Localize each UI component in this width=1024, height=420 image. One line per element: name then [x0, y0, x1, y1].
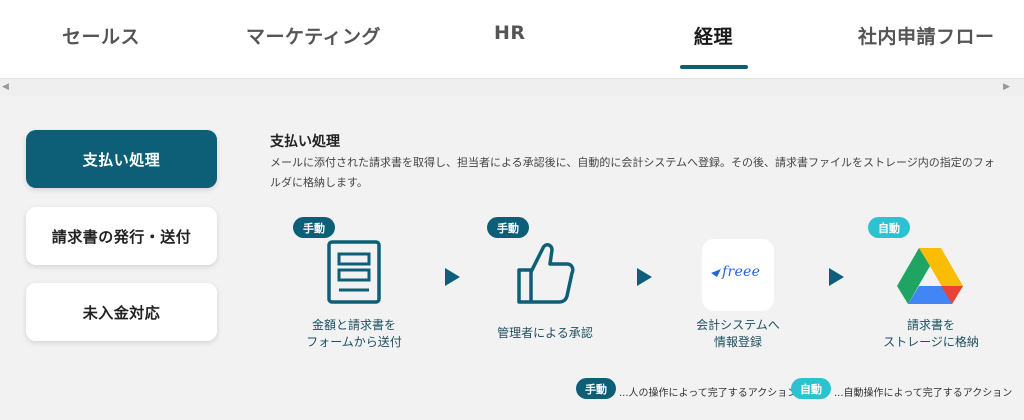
flow-arrow-icon [829, 268, 844, 286]
legend-manual-text: ...人の操作によって完了するアクション [619, 388, 798, 399]
step-label: 請求書を ストレージに格納 [883, 318, 979, 349]
horizontal-scrollbar[interactable]: ◀ ▶ [0, 78, 1024, 96]
flow-arrow-icon [637, 268, 652, 286]
step-label: 金額と請求書を フォームから送付 [306, 318, 402, 349]
step-label: 管理者による承認 [497, 326, 593, 340]
legend-manual-badge: 手動 [576, 378, 616, 399]
tab-sales[interactable]: セールス [62, 22, 140, 49]
google-drive-icon [897, 248, 963, 304]
legend-auto-text: ...自動操作によって完了するアクション [834, 388, 1013, 399]
thumbs-up-icon [517, 243, 575, 304]
scroll-right-icon[interactable]: ▶ [1003, 82, 1010, 92]
freee-logo: freee [702, 239, 774, 311]
freee-bird-icon [711, 269, 721, 277]
sidebar-item-payment-processing[interactable]: 支払い処理 [26, 130, 217, 188]
legend-auto-badge: 自動 [791, 378, 831, 399]
sidebar-item-label: 支払い処理 [82, 150, 161, 169]
active-tab-indicator [680, 65, 748, 69]
scroll-left-icon[interactable]: ◀ [2, 82, 9, 92]
flow-arrow-icon [445, 268, 460, 286]
sidebar-item-invoice-issuance[interactable]: 請求書の発行・送付 [26, 207, 217, 265]
step-label: 会計システムへ 情報登録 [696, 318, 780, 349]
tab-internal-requests[interactable]: 社内申請フロー [858, 22, 995, 49]
sidebar-item-label: 請求書の発行・送付 [51, 227, 192, 246]
section-description: メールに添付された請求書を取得し、担当者による承認後に、自動的に会計システムへ登… [270, 156, 995, 189]
sidebar-item-label: 未入金対応 [82, 303, 161, 322]
manual-badge: 手動 [487, 217, 529, 238]
auto-badge: 自動 [868, 217, 910, 238]
tab-hr[interactable]: HR [494, 22, 526, 44]
section-title: 支払い処理 [270, 134, 340, 150]
tab-accounting[interactable]: 経理 [694, 22, 733, 49]
manual-badge: 手動 [293, 217, 335, 238]
sidebar-item-unpaid-handling[interactable]: 未入金対応 [26, 283, 217, 341]
tab-marketing[interactable]: マーケティング [246, 22, 381, 49]
category-tab-bar: セールス マーケティング HR 経理 社内申請フロー [0, 0, 1024, 78]
form-document-icon [327, 240, 381, 304]
